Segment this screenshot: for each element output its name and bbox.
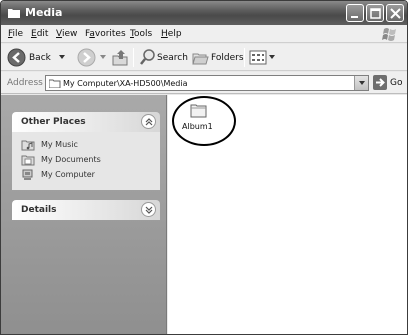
search-label: Search [157, 53, 188, 63]
menu-view[interactable]: View [56, 29, 77, 39]
place-label: My Documents [41, 155, 101, 164]
address-value: My Computer\XA-HD500\Media [63, 79, 188, 88]
folders-icon [192, 53, 209, 65]
chevron-down-icon [359, 81, 365, 85]
folder-album1[interactable]: Album1 [172, 96, 236, 146]
up-folder-button[interactable] [111, 48, 131, 67]
place-my-computer[interactable]: My Computer [21, 169, 95, 181]
address-bar: Address My Computer\XA-HD500\Media Go [1, 72, 407, 94]
views-icon [249, 50, 267, 65]
chevron-down-icon [145, 206, 153, 214]
search-button[interactable]: Search [138, 48, 188, 67]
music-folder-icon [21, 140, 35, 151]
title-bar[interactable]: Media [1, 1, 407, 25]
task-pane: Other Places My Music My Documents My Co… [1, 95, 167, 334]
documents-folder-icon [21, 155, 35, 166]
maximize-button[interactable] [366, 4, 384, 22]
folders-label: Folders [211, 53, 244, 63]
other-places-title: Other Places [21, 117, 86, 127]
menu-favorites[interactable]: Favorites [85, 29, 126, 39]
collapse-button[interactable] [141, 114, 156, 129]
address-input[interactable]: My Computer\XA-HD500\Media [45, 75, 369, 91]
up-folder-icon [112, 50, 128, 66]
maximize-icon [370, 8, 381, 19]
window-title: Media [25, 6, 63, 19]
folders-button[interactable]: Folders [191, 48, 244, 67]
minimize-button[interactable] [346, 4, 364, 22]
highlight-circle [172, 96, 236, 146]
folder-icon [8, 9, 20, 18]
chevron-down-icon [269, 55, 275, 59]
back-label: Back [29, 53, 51, 63]
go-arrow-icon [376, 78, 385, 87]
close-icon [390, 8, 401, 19]
place-label: My Music [41, 140, 78, 149]
chevron-down-icon [100, 55, 106, 59]
chevron-up-icon [145, 118, 153, 126]
minimize-icon [351, 16, 358, 18]
menu-help[interactable]: Help [161, 29, 182, 39]
forward-button [77, 48, 107, 67]
toolbar-separator [133, 48, 134, 67]
back-arrow-icon [7, 48, 26, 67]
other-places-panel: My Music My Documents My Computer [12, 132, 160, 190]
forward-arrow-icon [77, 48, 96, 67]
chevron-down-icon [59, 55, 65, 59]
menu-edit[interactable]: Edit [31, 29, 48, 39]
address-dropdown-button[interactable] [354, 76, 368, 90]
folder-icon [49, 79, 61, 88]
details-title: Details [21, 205, 57, 215]
windows-flag-icon [382, 28, 396, 41]
toolbar-separator [244, 48, 245, 67]
explorer-window: Media File Edit View Favorites Tools Hel… [0, 0, 408, 335]
menu-file[interactable]: File [8, 29, 23, 39]
place-my-documents[interactable]: My Documents [21, 154, 101, 166]
address-label: Address [7, 78, 43, 88]
expand-button[interactable] [141, 202, 156, 217]
other-places-header[interactable]: Other Places [12, 112, 160, 132]
search-icon [140, 49, 155, 65]
place-label: My Computer [41, 170, 95, 179]
back-button[interactable]: Back [7, 48, 67, 67]
views-button[interactable] [249, 48, 277, 67]
go-label[interactable]: Go [390, 78, 402, 88]
menu-bar: File Edit View Favorites Tools Help [1, 25, 407, 43]
computer-icon [22, 169, 33, 180]
details-header[interactable]: Details [12, 200, 160, 220]
place-my-music[interactable]: My Music [21, 139, 78, 151]
close-button[interactable] [386, 4, 404, 22]
go-button[interactable] [373, 75, 387, 90]
content-pane: Album1 [168, 95, 407, 334]
toolbar: Back Search Folders [1, 44, 407, 71]
menu-tools[interactable]: Tools [130, 29, 152, 39]
